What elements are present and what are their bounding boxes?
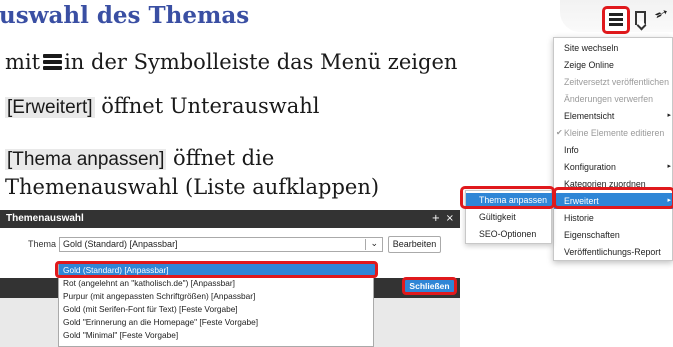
highlight-selected-option xyxy=(55,261,378,278)
instruction-text: mit xyxy=(5,50,41,74)
theme-option[interactable]: Gold (mit Serifen-Font für Text) [Feste … xyxy=(59,303,375,316)
menu-item-kleine-elemente: ✔ Kleine Elemente editieren xyxy=(554,125,673,141)
theme-select[interactable]: Gold (Standard) [Anpassbar] ⌄ xyxy=(59,237,383,252)
instruction-line-3: [Thema anpassen] öffnet die xyxy=(5,146,274,171)
menu-item-zeige-online[interactable]: Zeige Online xyxy=(554,57,673,73)
menu-icon[interactable] xyxy=(602,6,630,34)
menu-item-historie[interactable]: Historie xyxy=(554,210,673,226)
highlight-erweitert xyxy=(553,187,673,209)
theme-option[interactable]: Gold "Erinnerung an die Homepage" [Feste… xyxy=(59,316,375,329)
instruction-line-2: [Erweitert] öffnet Unterauswahl xyxy=(5,94,320,119)
select-divider xyxy=(365,239,366,250)
dialog-header: Themenauswahl xyxy=(0,210,460,228)
edit-button[interactable]: Bearbeiten xyxy=(388,236,441,253)
theme-option[interactable]: Purpur (mit angepassten Schriftgrößen) [… xyxy=(59,290,375,303)
menu-item-info[interactable]: Info xyxy=(554,142,673,158)
checkmark-icon: ✔ xyxy=(556,128,563,137)
menu-item-elementsicht[interactable]: Elementsicht ▸ xyxy=(554,108,673,124)
chevron-right-icon: ▸ xyxy=(667,112,671,119)
bookmark-icon[interactable] xyxy=(635,11,646,25)
theme-field-label: Thema xyxy=(28,239,57,249)
menu-item-zeitversetzt: Zeitversetzt veröffentlichen xyxy=(564,77,669,87)
keyword-erweitert: [Erweitert] xyxy=(5,97,95,118)
theme-option[interactable]: Gold "Minimal" [Feste Vorgabe] xyxy=(59,329,375,342)
close-icon[interactable]: × xyxy=(446,210,454,228)
menu-item-eigenschaften[interactable]: Eigenschaften xyxy=(554,227,673,243)
menu-item-veroeffentlichungs-report[interactable]: Veröffentlichungs-Report xyxy=(554,244,673,260)
highlight-thema-anpassen xyxy=(460,186,555,209)
instruction-text: öffnet Unterauswahl xyxy=(94,94,320,118)
close-button[interactable]: Schließen xyxy=(402,277,457,295)
keyword-thema-anpassen: [Thema anpassen] xyxy=(5,149,167,170)
menu-item-site-wechseln[interactable]: Site wechseln xyxy=(554,40,673,56)
theme-option[interactable]: Rot (angelehnt an "katholisch.de") [Anpa… xyxy=(59,277,375,290)
submenu-item-gueltigkeit[interactable]: Gültigkeit xyxy=(466,210,553,225)
chevron-right-icon: ▸ xyxy=(667,163,671,170)
menu-item-aenderungen-verwerfen: Änderungen verwerfen xyxy=(564,94,654,104)
chevron-down-icon: ⌄ xyxy=(370,239,378,249)
instruction-line-4: Themenauswahl (Liste aufklappen) xyxy=(5,175,380,199)
instruction-text: in der Symbolleiste das Menü zeigen xyxy=(64,50,458,74)
plus-icon[interactable]: + xyxy=(432,210,440,228)
theme-dialog: Themenauswahl + × Thema Gold (Standard) … xyxy=(0,210,460,347)
instruction-line-1: mit in der Symbolleiste das Menü zeigen xyxy=(5,50,457,74)
main-menu: Site wechseln Zeige Online Zeitversetzt … xyxy=(553,37,673,261)
instruction-text: öffnet die xyxy=(166,146,275,170)
menu-item-konfiguration[interactable]: Konfiguration ▸ xyxy=(554,159,673,175)
dialog-title: Themenauswahl xyxy=(6,213,84,224)
theme-select-value: Gold (Standard) [Anpassbar] xyxy=(63,239,178,249)
page-heading: uswahl des Themas xyxy=(0,2,250,29)
menu-icon xyxy=(43,54,63,70)
submenu-item-seo-optionen[interactable]: SEO-Optionen xyxy=(466,227,553,242)
